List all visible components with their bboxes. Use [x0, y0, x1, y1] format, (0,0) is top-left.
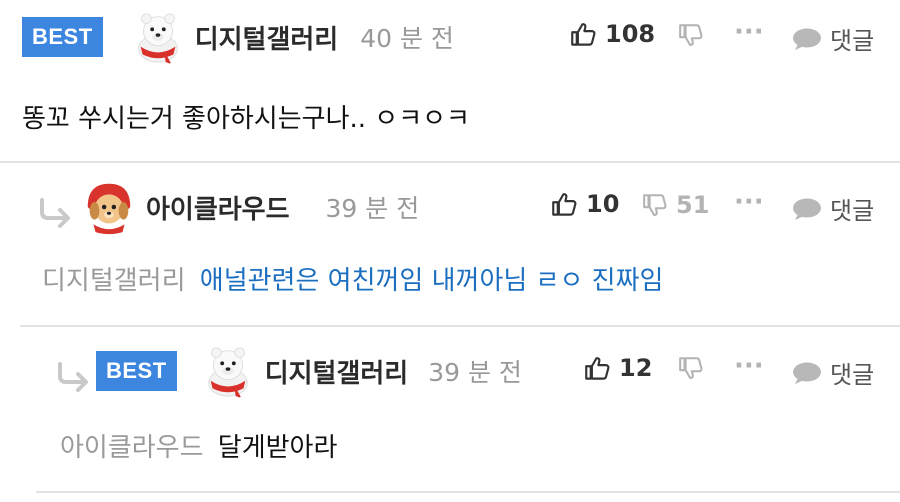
mention-nickname[interactable]: 디지털갤러리 — [42, 266, 186, 296]
comment-2: 아이클라우드 39 분 전 10 51 ··· 댓글 디지털갤러리 애널관련은 … — [0, 162, 900, 326]
best-badge: BEST — [22, 17, 103, 57]
thumbs-down-icon — [678, 355, 704, 381]
like-button[interactable]: 108 — [570, 20, 655, 48]
thumbs-down-icon — [678, 22, 704, 48]
like-count: 10 — [586, 190, 620, 218]
thumbs-down-icon — [642, 192, 668, 218]
dislike-button[interactable] — [678, 355, 704, 381]
thumbs-up-icon — [584, 355, 611, 382]
reply-button[interactable]: 댓글 — [792, 21, 874, 56]
polar-bear-avatar[interactable] — [199, 342, 257, 400]
reply-button[interactable]: 댓글 — [792, 355, 874, 390]
comment-text-line: 디지털갤러리 애널관련은 여친꺼임 내꺼아님 ㄹㅇ 진짜임 — [42, 260, 663, 297]
like-button[interactable]: 12 — [584, 354, 652, 382]
timestamp: 39 분 전 — [428, 358, 522, 387]
puppy-avatar[interactable] — [80, 178, 138, 236]
more-button[interactable]: ··· — [734, 351, 764, 381]
dislike-button[interactable]: 51 — [642, 191, 709, 219]
reply-arrow-icon — [38, 198, 72, 228]
reply-arrow-icon — [56, 362, 90, 392]
like-count: 108 — [605, 20, 656, 48]
polar-bear-avatar[interactable] — [129, 8, 187, 66]
divider — [36, 491, 900, 493]
thumbs-up-icon — [570, 21, 597, 48]
dislike-button[interactable] — [678, 22, 704, 48]
like-button[interactable]: 10 — [551, 190, 619, 218]
reply-label: 댓글 — [830, 27, 875, 55]
best-badge: BEST — [96, 351, 177, 391]
more-button[interactable]: ··· — [734, 187, 764, 217]
more-button[interactable]: ··· — [734, 17, 764, 47]
reply-label: 댓글 — [830, 361, 875, 389]
mention-nickname[interactable]: 아이클라우드 — [60, 433, 204, 463]
comment-text: 달게받아라 — [217, 433, 338, 463]
reply-button[interactable]: 댓글 — [792, 191, 874, 226]
dislike-count: 51 — [676, 191, 710, 219]
comment-text: 똥꼬 쑤시는거 좋아하시는구나.. ㅇㅋㅇㅋ — [22, 104, 470, 134]
reply-label: 댓글 — [830, 197, 875, 225]
comment-1: BEST 디지털갤러리 40 분 전 108 ··· 댓글 똥꼬 쑤시는거 좋아… — [0, 0, 900, 162]
thumbs-up-icon — [551, 191, 578, 218]
author-nickname[interactable]: 디지털갤러리 — [195, 19, 339, 56]
author-nickname[interactable]: 디지털갤러리 — [265, 353, 409, 390]
comment-3: BEST 디지털갤러리 39 분 전 12 ··· 댓글 아이클라우드 달게받아… — [0, 326, 900, 502]
chat-bubble-icon — [792, 361, 822, 385]
like-count: 12 — [619, 354, 653, 382]
chat-bubble-icon — [792, 197, 822, 221]
author-nickname[interactable]: 아이클라우드 — [146, 189, 290, 226]
comment-text-line: 아이클라우드 달게받아라 — [60, 427, 337, 464]
chat-bubble-icon — [792, 27, 822, 51]
timestamp: 39 분 전 — [325, 194, 420, 223]
comment-text: 애널관련은 여친꺼임 내꺼아님 ㄹㅇ 진짜임 — [199, 266, 664, 296]
timestamp: 40 분 전 — [360, 24, 454, 53]
